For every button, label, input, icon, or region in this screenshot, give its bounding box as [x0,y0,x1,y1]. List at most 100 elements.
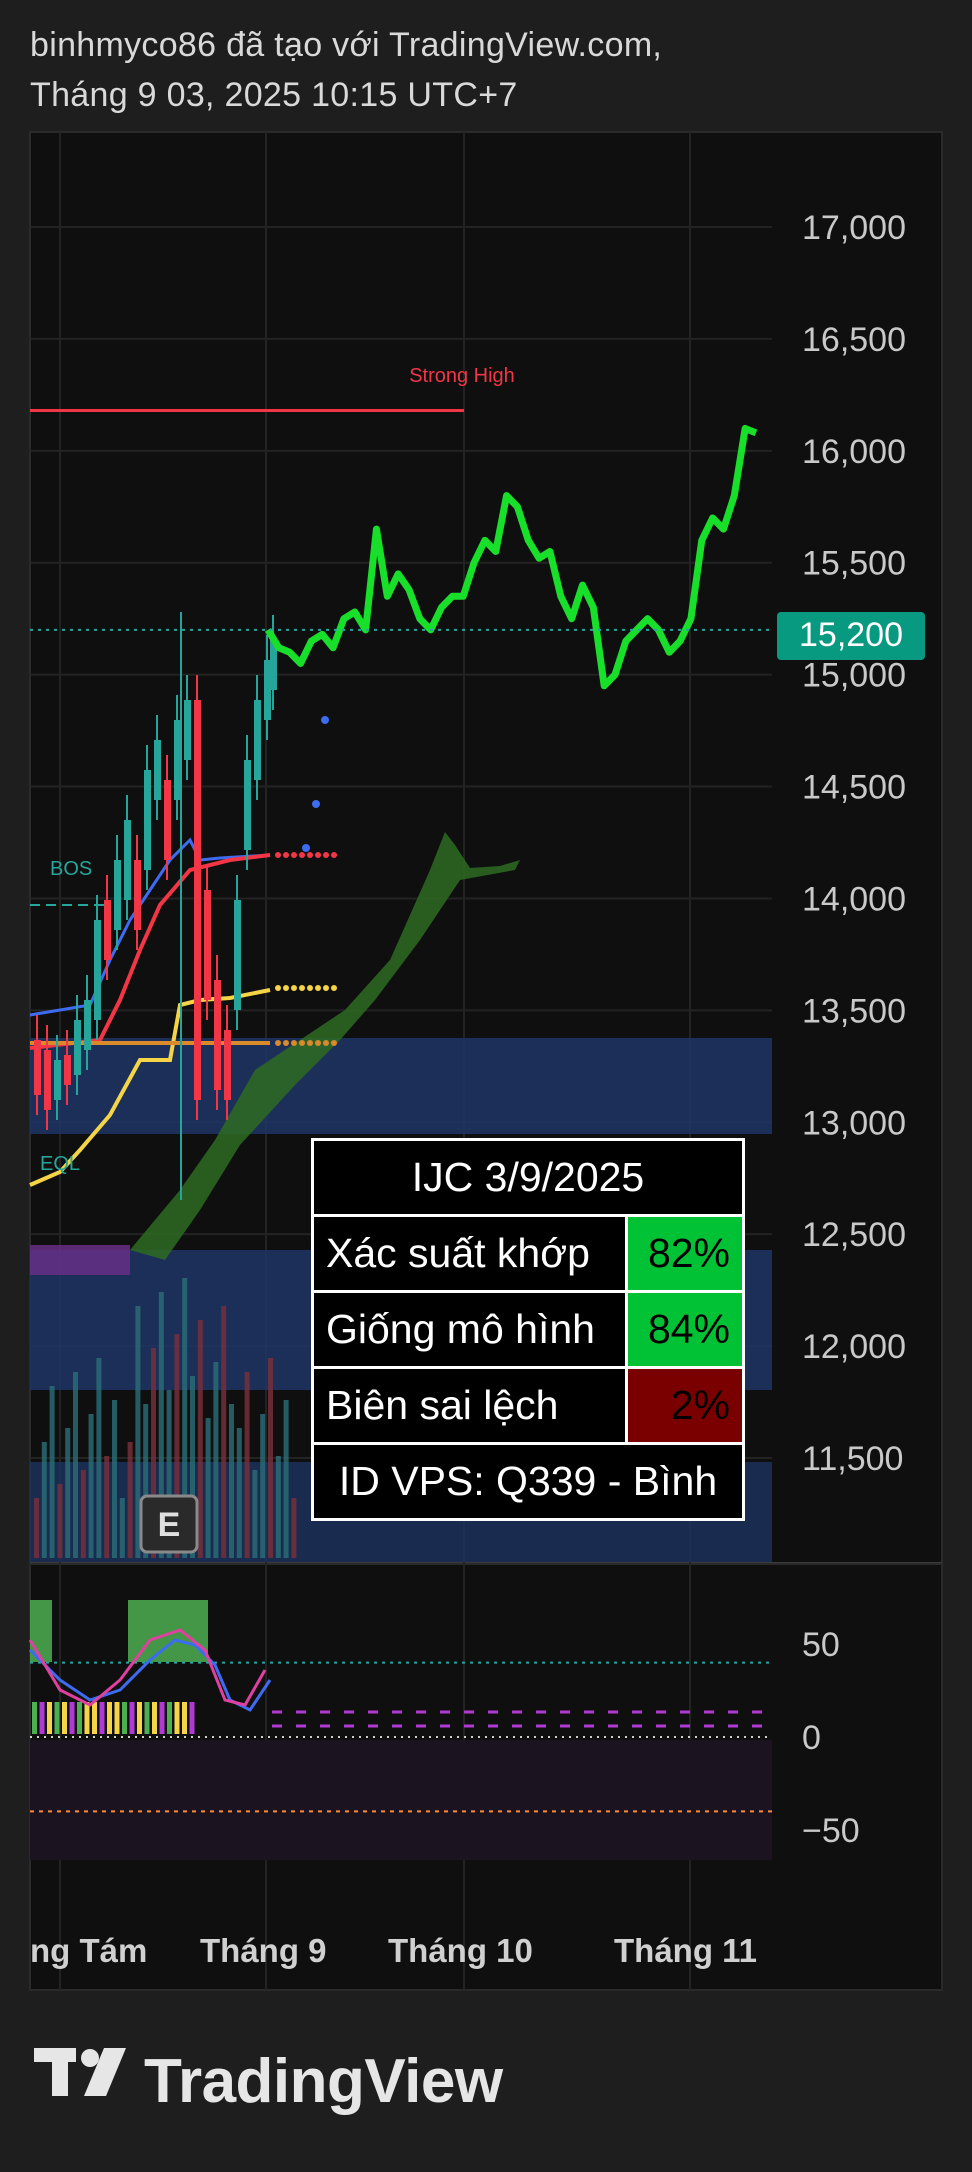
candle [134,860,141,930]
candle [224,1030,231,1100]
price-tick-label: 15,000 [802,657,906,695]
time-tick-label: Tháng 9 [200,1932,327,1969]
volume-bar [49,1386,55,1558]
oscillator-bar [114,1702,120,1734]
candle [154,740,161,800]
price-tick-label: 16,500 [802,321,906,359]
tradingview-brand[interactable]: TradingView [144,2046,503,2117]
time-tick-label: Tháng 10 [388,1932,533,1969]
trail-dot [331,852,337,858]
volume-bar [236,1428,242,1558]
candle [84,1000,91,1050]
candle [124,820,131,900]
oscillator-bar [39,1702,45,1734]
candle [244,760,251,850]
volume-bar [197,1320,203,1558]
price-tick-label: 13,500 [802,992,906,1030]
purple-zone [30,1245,130,1275]
trail-dot [323,1040,329,1046]
candle [174,720,181,800]
trail-dot [315,1040,321,1046]
candle [204,890,211,1000]
price-tick-label: 14,500 [802,769,906,807]
trail-dot [331,985,337,991]
price-tick-label: 15,500 [802,545,906,583]
info-row-value: 82% [625,1214,745,1293]
price-tick-label: 12,000 [802,1328,906,1366]
signal-dot [302,844,310,852]
bos-label: BOS [50,858,92,880]
trail-dot [299,985,305,991]
volume-bar [229,1404,234,1558]
oscillator-lower-band [30,1740,772,1860]
volume-bar [104,1456,110,1558]
volume-bar [260,1414,266,1558]
info-row-label: Biên sai lệch [311,1366,628,1445]
info-table: IJC 3/9/2025 Xác suất khớp 82% Giống mô … [311,1138,745,1521]
oscillator-bar [159,1702,165,1734]
signal-dot [321,716,329,724]
oscillator-bar [47,1702,52,1734]
time-tick-label: ng Tám [30,1932,147,1969]
volume-bar [57,1484,63,1558]
last-price-label: 15,200 [799,616,903,654]
volume-bar [112,1400,117,1558]
oscillator-bar [174,1702,180,1734]
volume-bar [213,1362,219,1558]
tradingview-logo-icon[interactable] [34,2048,130,2098]
trail-dot [331,1040,337,1046]
candle [254,700,261,780]
trail-dot [315,985,321,991]
chart-canvas[interactable]: 50 0 −50 17,000 16,500 16,000 15,500 15,000 14,… [0,0,972,2172]
trail-dot [307,985,313,991]
price-tick-label: 13,000 [802,1104,906,1142]
trail-dot [275,1040,281,1046]
oscillator-bar [84,1702,90,1734]
price-tick-label: 16,000 [802,433,906,471]
volume-bar [244,1372,250,1558]
oscillator-tick-label: 0 [802,1719,821,1757]
trail-dot [315,852,321,858]
candle [64,1055,71,1085]
info-row-label: Giống mô hình [311,1290,628,1369]
candle [114,860,121,930]
trail-dot [307,1040,313,1046]
oscillator-bar [167,1702,172,1734]
candle [194,700,201,1100]
strong-high-label: Strong High [409,365,515,387]
trail-dot [299,852,305,858]
candle [74,1020,81,1075]
trail-dot [299,1040,305,1046]
volume-bar [127,1442,133,1558]
demand-zone [30,1038,772,1134]
earnings-marker-label: E [158,1506,181,1544]
price-tick-label: 17,000 [802,209,906,247]
trail-dot [283,985,289,991]
volume-bar [96,1358,102,1558]
oscillator-bar [69,1702,75,1734]
candle [94,920,101,1020]
trail-dot [291,985,297,991]
candle [44,1050,51,1110]
trail-dot [283,852,289,858]
oscillator-bar [62,1702,67,1734]
volume-bar [41,1442,47,1558]
candle [34,1040,41,1095]
trail-dot [275,985,281,991]
oscillator-bar [137,1702,142,1734]
price-tick-label: 11,500 [802,1440,903,1478]
price-tick-label: 14,000 [802,880,906,918]
oscillator-bar [54,1702,60,1734]
oscillator-bar [107,1702,112,1734]
trail-dot [323,852,329,858]
volume-bar [268,1358,273,1558]
candle [264,660,271,720]
oscillator-tick-label: −50 [802,1812,860,1850]
candle [234,900,241,1010]
volume-bar [119,1498,125,1558]
info-table-title: IJC 3/9/2025 [311,1138,745,1217]
oscillator-bar [32,1702,37,1734]
oscillator-bar [182,1702,187,1734]
oscillator-bar [189,1702,195,1734]
eql-label: EQL [40,1153,80,1175]
